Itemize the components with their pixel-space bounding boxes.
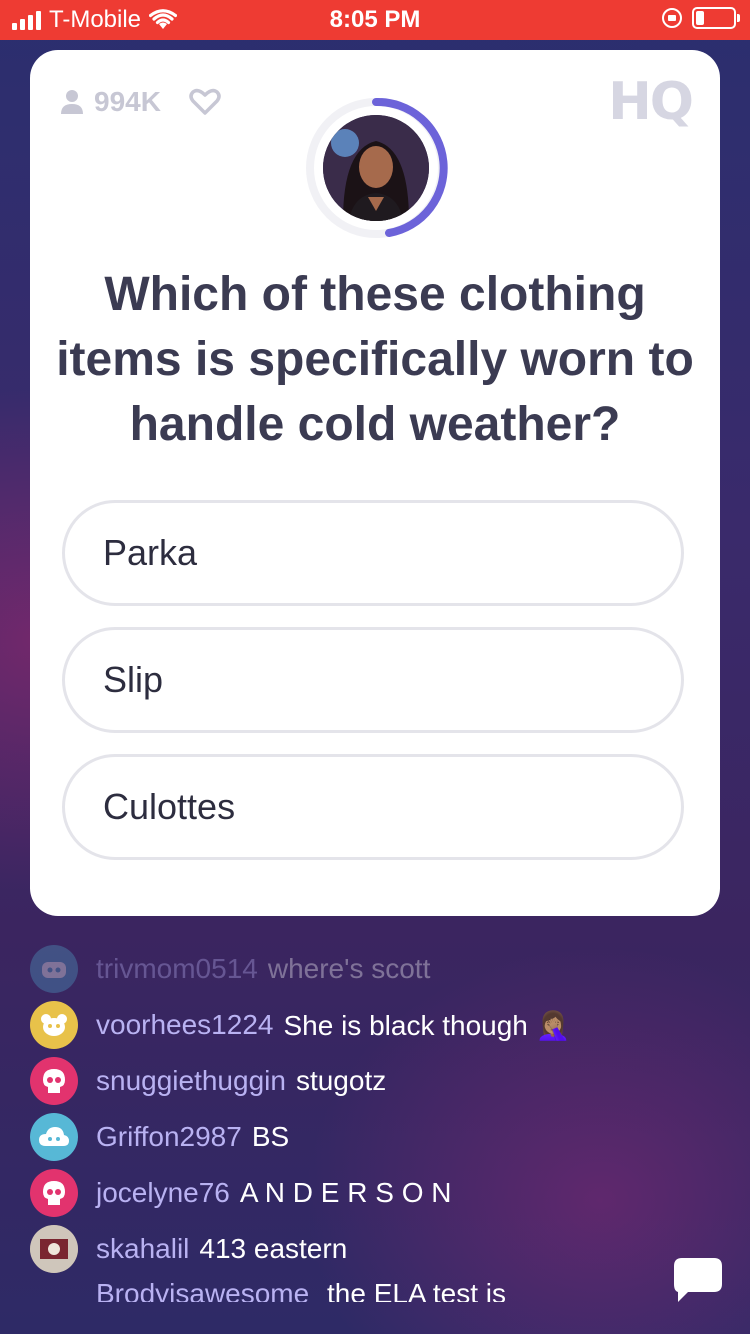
bear-icon	[30, 1001, 78, 1049]
cloud-icon	[30, 1113, 78, 1161]
chat-message: jocelyne76 A N D E R S O N	[30, 1168, 451, 1218]
chat-username[interactable]: Brodyisawesome	[96, 1278, 309, 1302]
rotation-lock-icon	[662, 8, 682, 28]
chat-text: A N D E R S O N	[239, 1177, 452, 1208]
chat-message: Griffon2987 BS	[30, 1112, 289, 1162]
battery-icon	[692, 7, 740, 29]
host-avatar	[323, 115, 429, 221]
chat-text: 413 eastern	[199, 1233, 348, 1264]
chat-username[interactable]: snuggiethuggin	[96, 1065, 286, 1097]
chat-message: trivmom0514 where's scott	[30, 944, 430, 994]
chat-text: BS	[251, 1121, 290, 1152]
chat-message: snuggiethuggin stugotz	[30, 1056, 386, 1106]
chat-username[interactable]: voorhees1224	[96, 1009, 273, 1041]
chat-message: skahalil 413 eastern	[30, 1224, 347, 1274]
person-icon	[61, 90, 83, 114]
chat-bubble-icon[interactable]	[672, 1256, 724, 1304]
viewer-count-value: 994K	[94, 86, 161, 117]
chat-text: stugotz	[295, 1065, 387, 1096]
question-card: 994K HQ Which of these clothing items is…	[30, 50, 720, 916]
chat-text: the ELA test is	[326, 1278, 506, 1302]
skull-icon	[30, 1169, 78, 1217]
chat-text: She is black though 🤦🏽‍♀️	[283, 1009, 571, 1041]
heart-icon[interactable]	[189, 88, 221, 116]
chat-message: voorhees1224 She is black though 🤦🏽‍♀️	[30, 1000, 571, 1050]
chat-text: where's scott	[267, 953, 431, 984]
chat-username[interactable]: jocelyne76	[96, 1177, 230, 1209]
chat-username[interactable]: skahalil	[96, 1233, 189, 1265]
robot-icon	[30, 945, 78, 993]
status-right	[662, 7, 740, 29]
chat-message-partial: Brodyisawesome the ELA test is	[96, 1278, 506, 1302]
hq-logo: HQ	[608, 72, 694, 132]
skull-icon	[30, 1057, 78, 1105]
status-bar: T-Mobile 8:05 PM	[0, 0, 750, 40]
viewer-count: 994K	[60, 86, 221, 118]
status-time: 8:05 PM	[329, 6, 421, 33]
answer-option-2[interactable]: Slip	[62, 627, 684, 733]
answer-option-1[interactable]: Parka	[62, 500, 684, 606]
question-text: Which of these clothing items is specifi…	[56, 268, 694, 451]
chat-username[interactable]: trivmom0514	[96, 953, 258, 985]
chat-username[interactable]: Griffon2987	[96, 1121, 242, 1153]
photo-avatar	[30, 1225, 78, 1273]
answer-option-3[interactable]: Culottes	[62, 754, 684, 860]
countdown-timer	[303, 95, 449, 241]
